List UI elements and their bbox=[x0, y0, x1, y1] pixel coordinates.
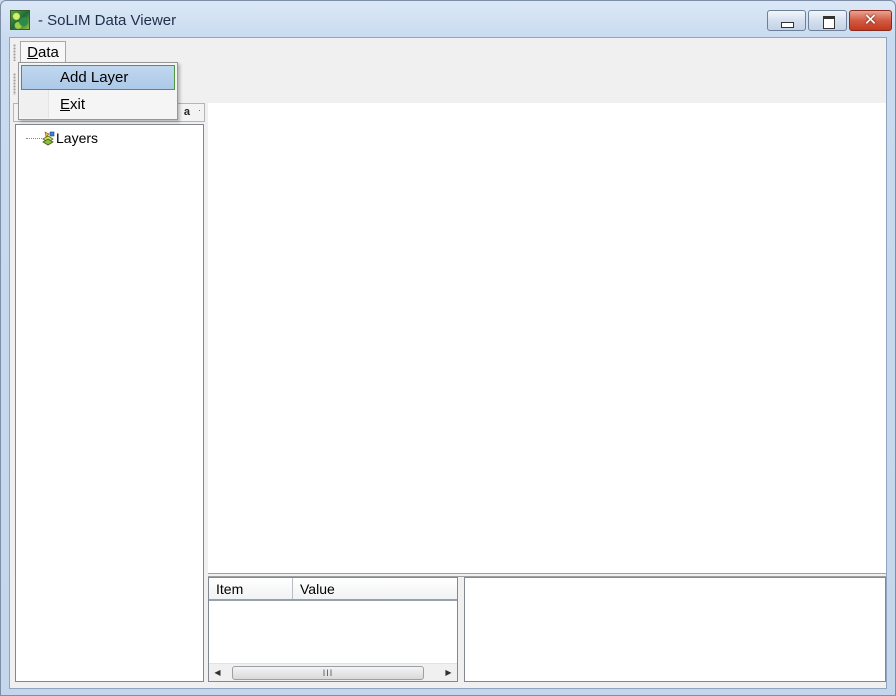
menu-item-exit-mnemonic: E bbox=[60, 96, 71, 113]
column-header-item[interactable]: Item bbox=[209, 578, 293, 599]
client-area: Data a · Layers Item Value ◀ III ▶ bbox=[9, 37, 887, 689]
toolbar-grip[interactable] bbox=[13, 73, 16, 95]
column-header-value[interactable]: Value bbox=[293, 578, 457, 599]
menu-item-exit-label: xit bbox=[70, 96, 86, 113]
horizontal-scrollbar[interactable]: ◀ III ▶ bbox=[209, 663, 457, 681]
left-panel-header-label: a bbox=[183, 106, 190, 118]
layer-tree[interactable]: Layers bbox=[15, 124, 204, 682]
properties-grid[interactable]: Item Value ◀ III ▶ bbox=[208, 577, 458, 682]
scroll-left-icon[interactable]: ◀ bbox=[209, 664, 226, 681]
info-panel[interactable] bbox=[464, 577, 886, 682]
scroll-right-icon[interactable]: ▶ bbox=[440, 664, 457, 681]
menu-data-label: ata bbox=[37, 44, 59, 61]
menu-item-add-layer[interactable]: Add Layer bbox=[21, 65, 175, 90]
scroll-thumb[interactable]: III bbox=[232, 666, 424, 680]
title-bar[interactable]: - SoLIM Data Viewer ✕ bbox=[1, 1, 895, 37]
grid-header: Item Value bbox=[209, 578, 457, 601]
map-view[interactable] bbox=[208, 103, 886, 573]
tree-item-layers[interactable]: Layers bbox=[56, 130, 98, 146]
data-menu-dropdown: Add Layer Exit bbox=[18, 62, 178, 120]
maximize-button[interactable] bbox=[808, 10, 847, 31]
layers-icon bbox=[42, 131, 55, 146]
window-title: - SoLIM Data Viewer bbox=[38, 12, 177, 29]
menubar-grip[interactable] bbox=[13, 44, 16, 61]
solim-app-icon[interactable] bbox=[10, 10, 30, 30]
minimize-button[interactable] bbox=[767, 10, 806, 31]
left-panel-header-dot: · bbox=[198, 105, 201, 115]
close-button[interactable]: ✕ bbox=[849, 10, 892, 31]
menu-item-exit[interactable]: Exit bbox=[21, 92, 175, 117]
menu-data-mnemonic: D bbox=[27, 44, 38, 61]
close-icon: ✕ bbox=[863, 12, 878, 29]
